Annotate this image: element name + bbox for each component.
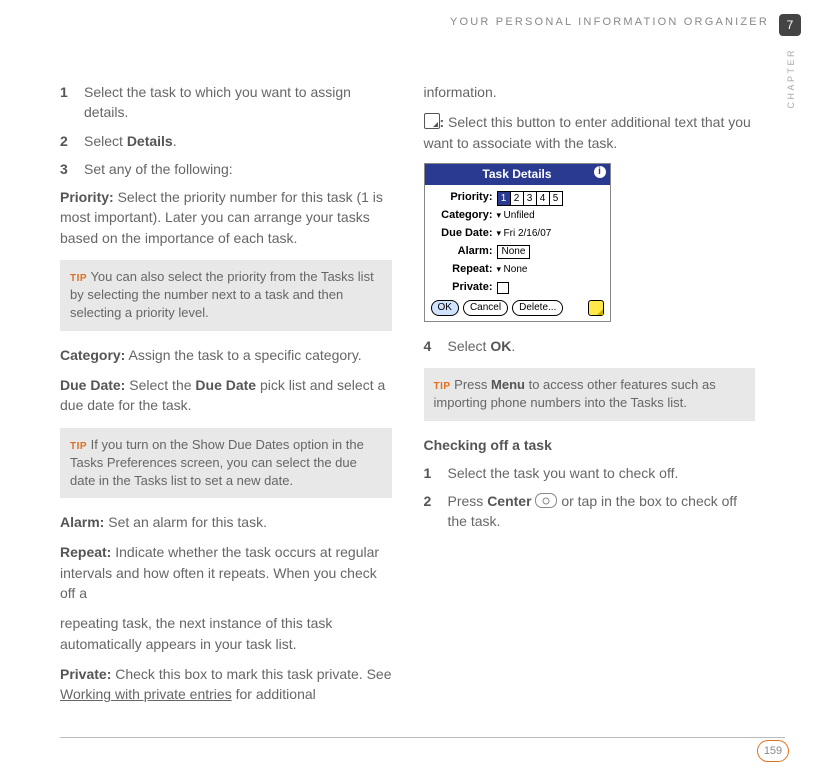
chapter-number-tab: 7 bbox=[779, 14, 801, 36]
body-columns: 1 Select the task to which you want to a… bbox=[60, 82, 755, 712]
step-text: Select the task to which you want to ass… bbox=[84, 84, 351, 120]
field-label: Category: bbox=[60, 347, 125, 363]
field-text: Check this box to mark this task private… bbox=[111, 666, 391, 682]
tip-text: You can also select the priority from th… bbox=[70, 269, 374, 320]
field-label: Priority: bbox=[60, 189, 114, 205]
ok-button[interactable]: OK bbox=[431, 300, 459, 316]
section-heading: Checking off a task bbox=[424, 435, 756, 455]
checkoff-steps: 1 Select the task you want to check off.… bbox=[424, 463, 756, 532]
tip-box-2: TIP If you turn on the Show Due Dates op… bbox=[60, 428, 392, 499]
private-row: Private: bbox=[431, 280, 604, 296]
footer-rule bbox=[60, 737, 785, 738]
private-label: Private: bbox=[431, 280, 493, 296]
tip-label: TIP bbox=[70, 441, 87, 452]
duedate-paragraph: Due Date: Select the Due Date pick list … bbox=[60, 375, 392, 416]
tip-text: Press bbox=[451, 377, 491, 392]
tip-box-3: TIP Press Menu to access other features … bbox=[424, 368, 756, 420]
alarm-paragraph: Alarm: Set an alarm for this task. bbox=[60, 512, 392, 532]
field-label: Due Date: bbox=[60, 377, 125, 393]
field-label: Alarm: bbox=[60, 514, 104, 530]
step-number: 4 bbox=[424, 336, 432, 356]
cancel-button[interactable]: Cancel bbox=[463, 300, 508, 316]
step-number: 1 bbox=[424, 463, 432, 483]
step-number: 3 bbox=[60, 159, 68, 179]
duedate-row: Due Date: Fri 2/16/07 bbox=[431, 226, 604, 242]
priority-row: Priority: 1 2 3 4 5 bbox=[431, 190, 604, 206]
field-label: Private: bbox=[60, 666, 111, 682]
field-text: Assign the task to a specific category. bbox=[125, 347, 361, 363]
step-text: Set any of the following: bbox=[84, 161, 233, 177]
bold-text: Details bbox=[127, 133, 173, 149]
step-3: 3 Set any of the following: bbox=[60, 159, 392, 179]
alarm-value[interactable]: None bbox=[497, 245, 531, 259]
alarm-row: Alarm: None bbox=[431, 244, 604, 260]
repeat-label: Repeat: bbox=[431, 262, 493, 278]
duedate-dropdown[interactable]: Fri 2/16/07 bbox=[497, 227, 552, 242]
steps-list: 1 Select the task to which you want to a… bbox=[60, 82, 392, 179]
delete-button[interactable]: Delete... bbox=[512, 300, 563, 316]
category-label: Category: bbox=[431, 208, 493, 224]
step-text: . bbox=[511, 338, 515, 354]
tip-label: TIP bbox=[434, 381, 451, 392]
priority-option[interactable]: 3 bbox=[524, 192, 537, 205]
dialog-body: Priority: 1 2 3 4 5 Category: Unfiled Du… bbox=[425, 185, 610, 321]
tip-label: TIP bbox=[70, 273, 87, 284]
category-dropdown[interactable]: Unfiled bbox=[497, 209, 535, 224]
field-text: Set an alarm for this task. bbox=[104, 514, 267, 530]
step-number: 1 bbox=[60, 82, 68, 102]
note-paragraph: : Select this button to enter additional… bbox=[424, 112, 756, 153]
field-label: Repeat: bbox=[60, 544, 111, 560]
field-text: Select the bbox=[125, 377, 195, 393]
repeat-row: Repeat: None bbox=[431, 262, 604, 278]
private-checkbox[interactable] bbox=[497, 282, 509, 294]
priority-option[interactable]: 2 bbox=[511, 192, 524, 205]
category-paragraph: Category: Assign the task to a specific … bbox=[60, 345, 392, 365]
repeat-dropdown[interactable]: None bbox=[497, 263, 528, 278]
center-button-icon bbox=[535, 493, 557, 508]
category-row: Category: Unfiled bbox=[431, 208, 604, 224]
step-text: Select bbox=[84, 133, 127, 149]
checkoff-step-2: 2 Press Center or tap in the box to chec… bbox=[424, 491, 756, 532]
tip-text: If you turn on the Show Due Dates option… bbox=[70, 437, 364, 488]
step-text: . bbox=[173, 133, 177, 149]
dialog-title: Task Details bbox=[482, 167, 551, 181]
priority-label: Priority: bbox=[431, 190, 493, 206]
dialog-buttons: OK Cancel Delete... bbox=[431, 300, 604, 316]
step-1: 1 Select the task to which you want to a… bbox=[60, 82, 392, 123]
priority-paragraph: Priority: Select the priority number for… bbox=[60, 187, 392, 248]
priority-option[interactable]: 1 bbox=[498, 192, 511, 205]
page-number: 159 bbox=[757, 740, 789, 762]
chapter-label-vertical: CHAPTER bbox=[786, 48, 796, 109]
step-text: Select the task you want to check off. bbox=[448, 465, 679, 481]
step-number: 2 bbox=[60, 131, 68, 151]
info-icon[interactable]: i bbox=[594, 166, 606, 178]
dialog-title-bar: Task Details i bbox=[425, 164, 610, 185]
note-button[interactable] bbox=[588, 300, 604, 316]
step-number: 2 bbox=[424, 491, 432, 511]
step-2: 2 Select Details. bbox=[60, 131, 392, 151]
repeat-paragraph: Repeat: Indicate whether the task occurs… bbox=[60, 542, 392, 603]
duedate-label: Due Date: bbox=[431, 226, 493, 242]
repeat-continuation: repeating task, the next instance of thi… bbox=[60, 613, 392, 654]
running-header: YOUR PERSONAL INFORMATION ORGANIZER bbox=[450, 16, 769, 28]
priority-option[interactable]: 4 bbox=[537, 192, 550, 205]
bold-text: OK bbox=[490, 338, 511, 354]
task-details-dialog: Task Details i Priority: 1 2 3 4 5 Categ… bbox=[424, 163, 611, 322]
priority-option[interactable]: 5 bbox=[550, 192, 562, 205]
step-4-list: 4 Select OK. bbox=[424, 336, 756, 356]
alarm-label: Alarm: bbox=[431, 244, 493, 260]
tip-box-1: TIP You can also select the priority fro… bbox=[60, 260, 392, 331]
step-text: Select bbox=[448, 338, 491, 354]
bold-text: Due Date bbox=[195, 377, 256, 393]
field-text: Select this button to enter additional t… bbox=[424, 114, 751, 150]
priority-selector[interactable]: 1 2 3 4 5 bbox=[497, 191, 563, 206]
step-4: 4 Select OK. bbox=[424, 336, 756, 356]
bold-text: Center bbox=[487, 493, 531, 509]
checkoff-step-1: 1 Select the task you want to check off. bbox=[424, 463, 756, 483]
note-icon bbox=[424, 113, 440, 129]
step-text: Press bbox=[448, 493, 488, 509]
link-text: Working with private entries bbox=[60, 686, 232, 702]
bold-text: Menu bbox=[491, 377, 525, 392]
